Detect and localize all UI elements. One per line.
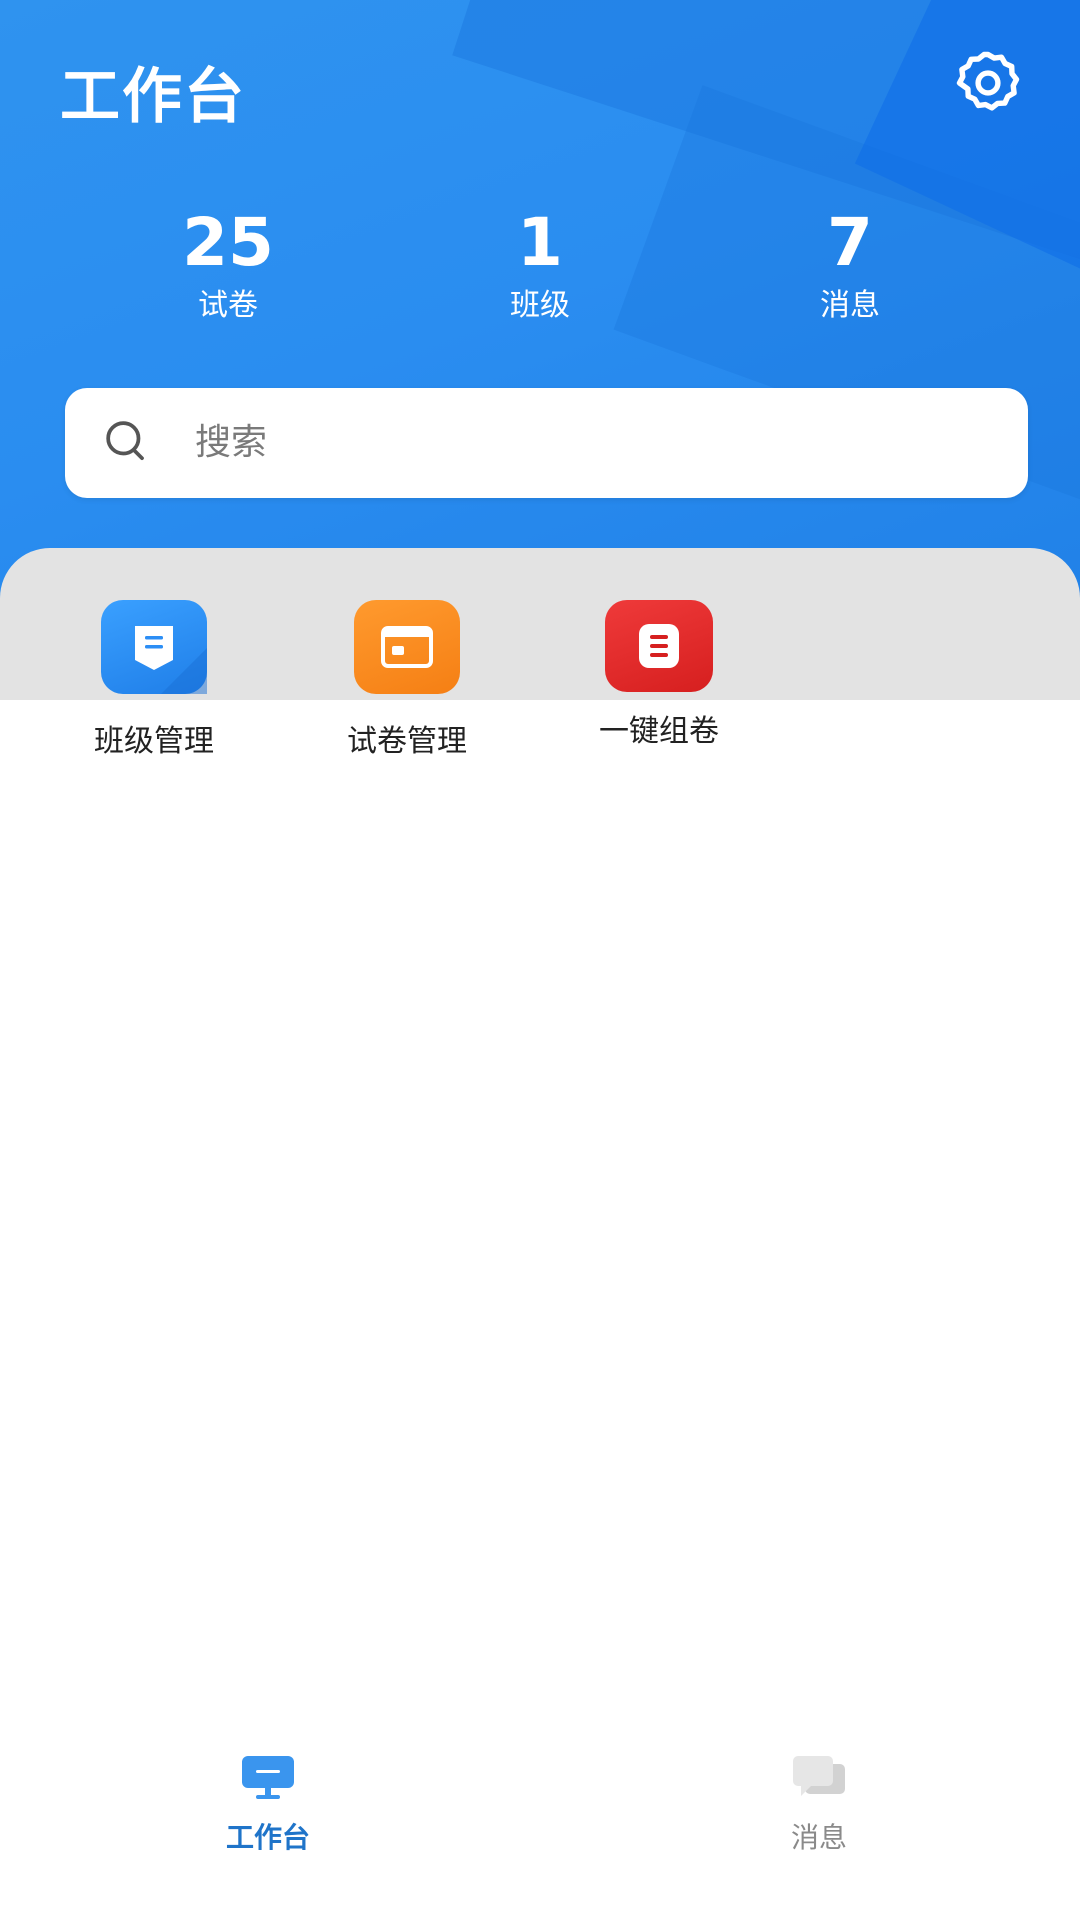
stat-label: 试卷 bbox=[198, 288, 258, 323]
app-label: 一键组卷 bbox=[599, 714, 719, 749]
monitor-icon bbox=[236, 1750, 300, 1806]
search-bar[interactable]: 搜索 bbox=[65, 388, 1028, 498]
search-icon bbox=[106, 421, 144, 461]
chat-icon bbox=[787, 1750, 851, 1806]
page-title: 工作台 bbox=[60, 62, 246, 132]
settings-button[interactable] bbox=[950, 45, 1026, 121]
app-grid: 班级管理 试卷管理 一键组卷 bbox=[0, 600, 1080, 780]
tab-workbench[interactable]: 工作台 bbox=[148, 1750, 388, 1856]
tab-label: 工作台 bbox=[225, 1821, 310, 1854]
app-label: 班级管理 bbox=[94, 724, 214, 759]
quick-compose-icon bbox=[605, 600, 713, 692]
stat-messages[interactable]: 7 消息 bbox=[750, 200, 950, 326]
search-input[interactable]: 搜索 bbox=[195, 388, 267, 498]
app-class-management[interactable]: 班级管理 bbox=[44, 600, 264, 760]
tab-label: 消息 bbox=[790, 1821, 847, 1854]
stat-classes[interactable]: 1 班级 bbox=[440, 200, 640, 326]
stat-value: 1 bbox=[517, 204, 563, 281]
exam-paper-icon bbox=[354, 600, 460, 694]
app-quick-compose[interactable]: 一键组卷 bbox=[549, 600, 769, 750]
stat-value: 25 bbox=[182, 204, 274, 281]
bottom-tab-bar: 工作台 消息 bbox=[0, 1720, 1080, 1920]
app-exam-paper-management[interactable]: 试卷管理 bbox=[297, 600, 517, 760]
tab-messages[interactable]: 消息 bbox=[699, 1750, 939, 1856]
stat-exam-papers[interactable]: 25 试卷 bbox=[128, 200, 328, 326]
stats-row: 25 试卷 1 班级 7 消息 bbox=[0, 200, 1080, 330]
stat-value: 7 bbox=[827, 204, 873, 281]
app-label: 试卷管理 bbox=[347, 724, 467, 759]
stat-label: 消息 bbox=[820, 288, 880, 323]
class-management-icon bbox=[101, 600, 207, 694]
gear-icon bbox=[956, 51, 1020, 111]
stat-label: 班级 bbox=[510, 288, 570, 323]
